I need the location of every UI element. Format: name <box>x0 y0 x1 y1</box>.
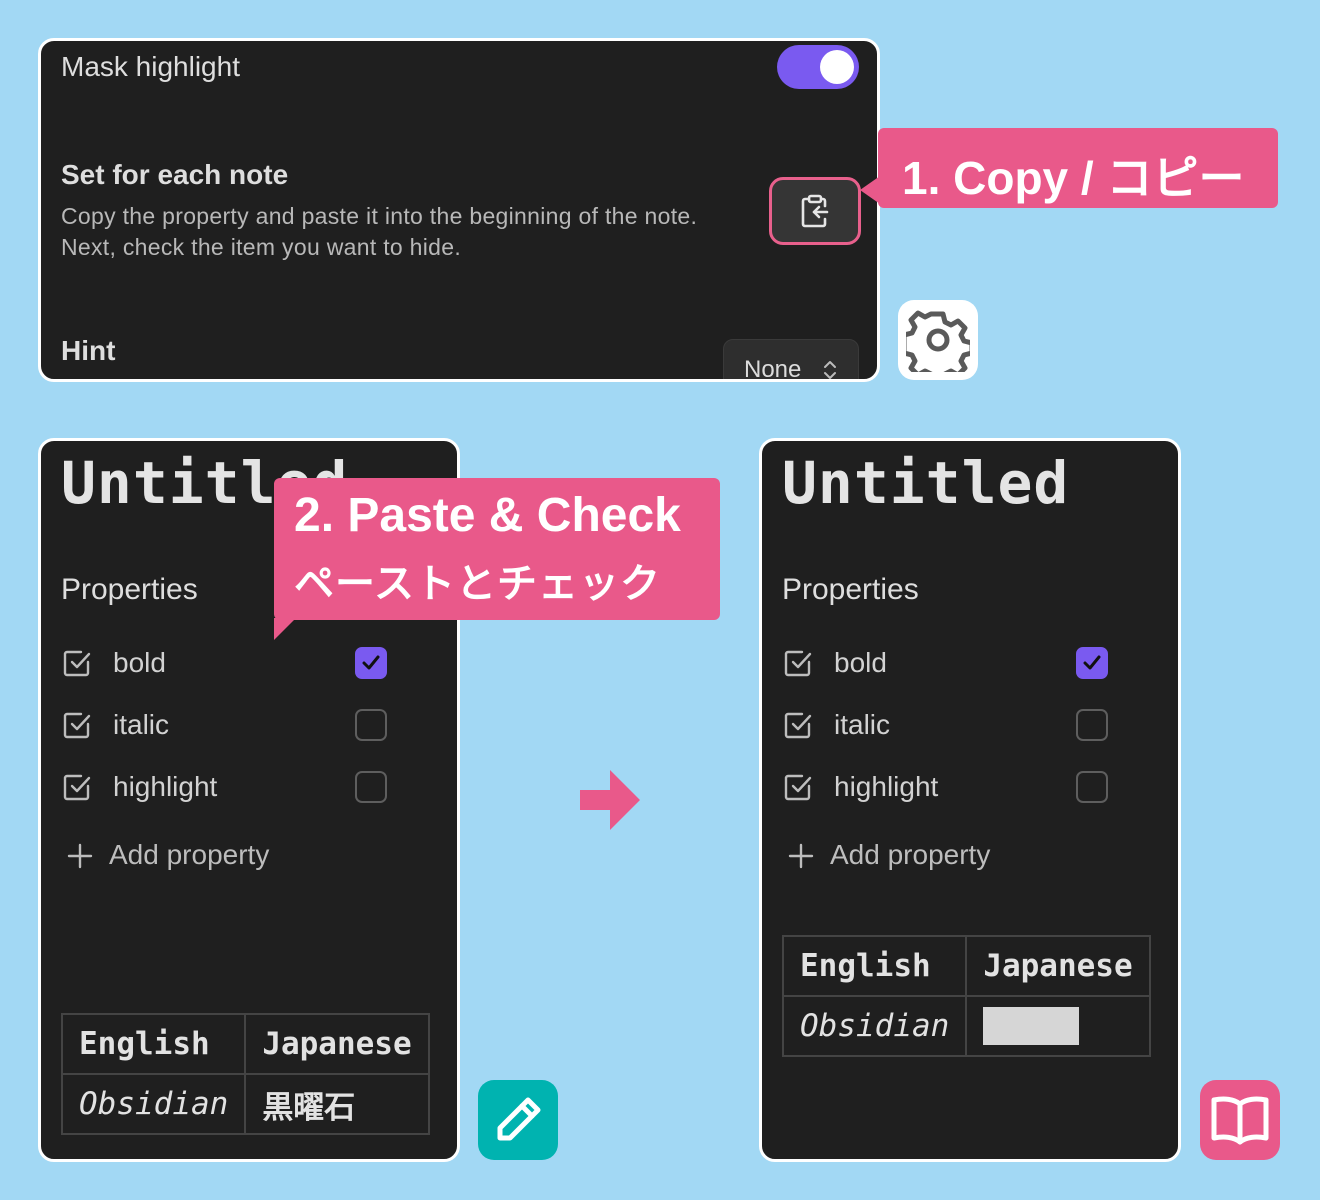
table-header-cell: English <box>781 935 968 997</box>
callout-step-1: 1. Copy / コピー <box>860 128 1278 208</box>
mask-highlight-label: Mask highlight <box>61 51 240 82</box>
hint-select[interactable]: None <box>723 339 859 382</box>
callout-step-2-japanese: ペーストとチェック <box>294 562 661 606</box>
copy-property-button[interactable] <box>769 177 861 245</box>
property-row-highlight[interactable]: highlight <box>61 767 391 807</box>
note-table: English Japanese Obsidian <box>781 935 1151 1057</box>
hint-select-value: None <box>744 356 802 382</box>
arrow-right-icon <box>580 770 640 830</box>
settings-tile <box>898 300 978 380</box>
property-row-italic[interactable]: italic <box>61 705 391 745</box>
property-checkbox-unchecked[interactable] <box>1076 709 1108 741</box>
edit-mode-tile <box>478 1080 558 1160</box>
checkbox-property-icon <box>63 774 91 801</box>
pencil-icon <box>497 1097 541 1141</box>
table-cell-masked <box>965 995 1151 1057</box>
add-property-label: Add property <box>109 839 270 870</box>
property-checkbox-unchecked[interactable] <box>355 709 387 741</box>
checkbox-property-icon <box>784 774 812 801</box>
clipboard-copy-icon <box>801 194 829 228</box>
checkbox-property-icon <box>63 712 91 739</box>
table-cell-italic: Obsidian <box>781 995 968 1057</box>
set-for-each-note-description: Copy the property and paste it into the … <box>61 201 697 263</box>
add-property-label: Add property <box>830 839 991 870</box>
property-name: italic <box>113 709 170 740</box>
checkbox-property-icon <box>63 650 91 677</box>
note-reading-panel: Untitled Properties bold italic highligh… <box>759 438 1181 1162</box>
property-checkbox-checked[interactable] <box>355 647 387 679</box>
table-header-cell: Japanese <box>244 1013 430 1075</box>
gear-icon <box>906 310 970 372</box>
property-checkbox-checked[interactable] <box>1076 647 1108 679</box>
plus-icon <box>67 843 93 869</box>
reading-mode-tile <box>1200 1080 1280 1160</box>
table-row: Obsidian <box>781 995 1151 1057</box>
note-title: Untitled <box>782 449 1070 517</box>
table-cell-highlight: 黒曜石 <box>244 1073 430 1135</box>
table-header-row: English Japanese <box>60 1013 430 1075</box>
description-line-1: Copy the property and paste it into the … <box>61 203 698 229</box>
table-header-cell: Japanese <box>965 935 1151 997</box>
settings-panel: Mask highlight Set for each note Copy th… <box>38 38 880 382</box>
table-header-row: English Japanese <box>781 935 1151 997</box>
checkbox-property-icon <box>784 650 812 677</box>
book-icon <box>1211 1096 1269 1145</box>
callout-step-2: 2. Paste & Check ペーストとチェック <box>274 478 720 640</box>
property-name: highlight <box>113 771 218 802</box>
property-checkbox-unchecked[interactable] <box>355 771 387 803</box>
description-line-2: Next, check the item you want to hide. <box>61 234 462 260</box>
property-row-bold[interactable]: bold <box>782 643 1112 683</box>
property-row-bold[interactable]: bold <box>61 643 391 683</box>
hint-label: Hint <box>61 335 116 366</box>
properties-heading: Properties <box>61 573 198 606</box>
callout-step-2-english: 2. Paste & Check <box>294 489 681 542</box>
property-name: bold <box>113 647 166 678</box>
property-name: bold <box>834 647 887 678</box>
plus-icon <box>788 843 814 869</box>
set-for-each-note-label: Set for each note <box>61 159 289 190</box>
property-name: highlight <box>834 771 939 802</box>
table-cell-italic: Obsidian <box>60 1073 247 1135</box>
checkbox-property-icon <box>784 712 812 739</box>
table-header-cell: English <box>60 1013 247 1075</box>
check-icon <box>362 655 380 670</box>
mask-highlight-toggle[interactable] <box>777 45 859 89</box>
table-row: Obsidian 黒曜石 <box>60 1073 430 1135</box>
property-checkbox-unchecked[interactable] <box>1076 771 1108 803</box>
chevron-updown-icon <box>824 361 836 379</box>
property-row-highlight[interactable]: highlight <box>782 767 1112 807</box>
highlight-mask <box>983 1007 1080 1046</box>
property-name: italic <box>834 709 891 740</box>
note-table: English Japanese Obsidian 黒曜石 <box>60 1013 430 1135</box>
property-row-italic[interactable]: italic <box>782 705 1112 745</box>
check-icon <box>1083 655 1101 670</box>
toggle-knob <box>820 50 854 84</box>
properties-heading: Properties <box>782 573 919 606</box>
